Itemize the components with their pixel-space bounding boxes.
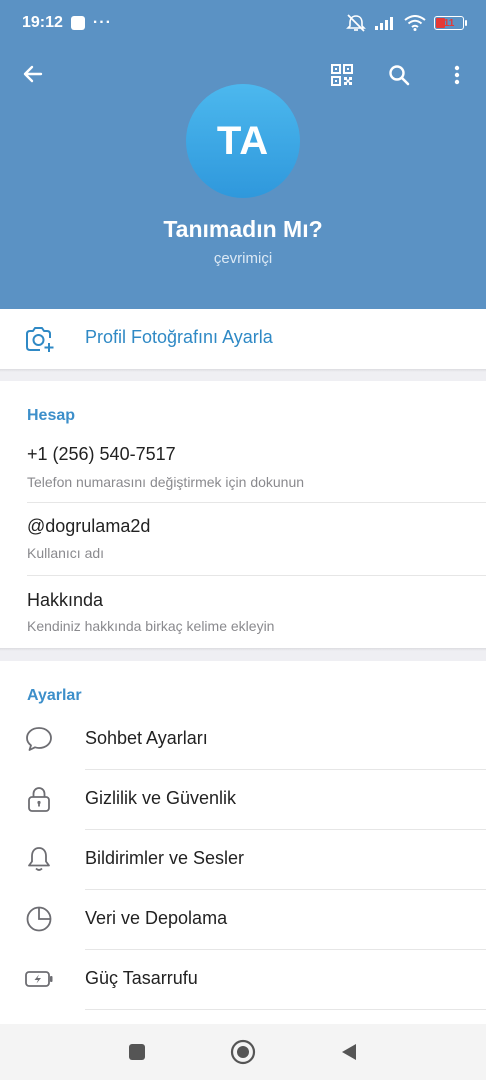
more-notifications-icon: ··· [92,14,112,31]
battery-bolt-icon [25,971,53,987]
signal-icon [375,17,393,30]
online-status: çevrimiçi [213,250,273,267]
set-profile-photo-label: Profil Fotoğrafını Ayarla [85,327,273,347]
home-circle-icon [230,1039,256,1065]
bio-row[interactable]: Hakkında Kendiniz hakkında birkaç kelime… [0,576,486,648]
back-button[interactable] [13,54,53,94]
triangle-back-icon [342,1044,356,1060]
phone-number: +1 (256) 540-7517 [27,444,176,464]
settings-item-data-storage[interactable]: Veri ve Depolama [0,889,486,949]
status-indicators: 11 [346,14,467,32]
home-button[interactable] [227,1036,259,1068]
more-vertical-icon [454,65,460,85]
username-row[interactable]: @dogrulama2d Kullanıcı adı [0,503,486,575]
chat-bubble-icon [26,727,52,751]
square-icon [129,1044,145,1060]
settings-item-label: Gizlilik ve Güvenlik [85,788,237,808]
account-section-title: Hesap [27,407,76,424]
section-divider [0,648,486,661]
phone-number-row[interactable]: +1 (256) 540-7517 Telefon numarasını değ… [0,432,486,502]
username-hint: Kullanıcı adı [27,545,105,561]
qr-code-icon [331,64,353,86]
back-navigation-button[interactable] [333,1036,365,1068]
phone-number-hint: Telefon numarasını değiştirmek için doku… [27,474,305,490]
settings-item-chat[interactable]: Sohbet Ayarları [0,709,486,769]
settings-item-label: Sohbet Ayarları [85,728,208,748]
battery-icon: 11 [434,16,467,30]
settings-item-label: Veri ve Depolama [85,908,228,928]
recent-apps-button[interactable] [121,1036,153,1068]
qr-code-button[interactable] [322,55,362,95]
set-profile-photo-button[interactable]: Profil Fotoğrafını Ayarla [0,309,486,369]
settings-section-title: Ayarlar [27,687,82,704]
more-options-button[interactable] [437,55,477,95]
wifi-icon [404,15,426,31]
lock-icon [28,787,50,812]
pie-chart-icon [26,906,52,932]
bio-hint: Kendiniz hakkında birkaç kelime ekleyin [27,618,275,634]
profile-header: 19:12 ··· 11 TA Tanımadın Mı? çevrimiçi [0,0,486,309]
status-bar: 19:12 ··· 11 [0,0,486,46]
section-divider [0,369,486,381]
mute-icon [346,14,366,32]
status-time: 19:12 [22,14,63,31]
system-navigation-bar [0,1024,486,1080]
divider [85,1009,486,1010]
settings-item-power-saving[interactable]: Güç Tasarrufu [0,949,486,1009]
notification-icon [70,16,85,30]
battery-level: 11 [443,17,455,29]
bell-icon [28,847,50,871]
profile-name: Tanımadın Mı? [163,216,323,242]
search-icon [389,65,410,86]
avatar[interactable]: TA [186,84,300,198]
settings-item-privacy[interactable]: Gizlilik ve Güvenlik [0,769,486,829]
username: @dogrulama2d [27,516,151,536]
search-button[interactable] [379,55,419,95]
camera-add-icon [26,327,54,352]
settings-item-label: Güç Tasarrufu [85,968,198,988]
bio-label: Hakkında [27,590,104,610]
settings-item-notifications[interactable]: Bildirimler ve Sesler [0,829,486,889]
arrow-left-icon [23,65,43,83]
settings-item-label: Bildirimler ve Sesler [85,848,245,868]
